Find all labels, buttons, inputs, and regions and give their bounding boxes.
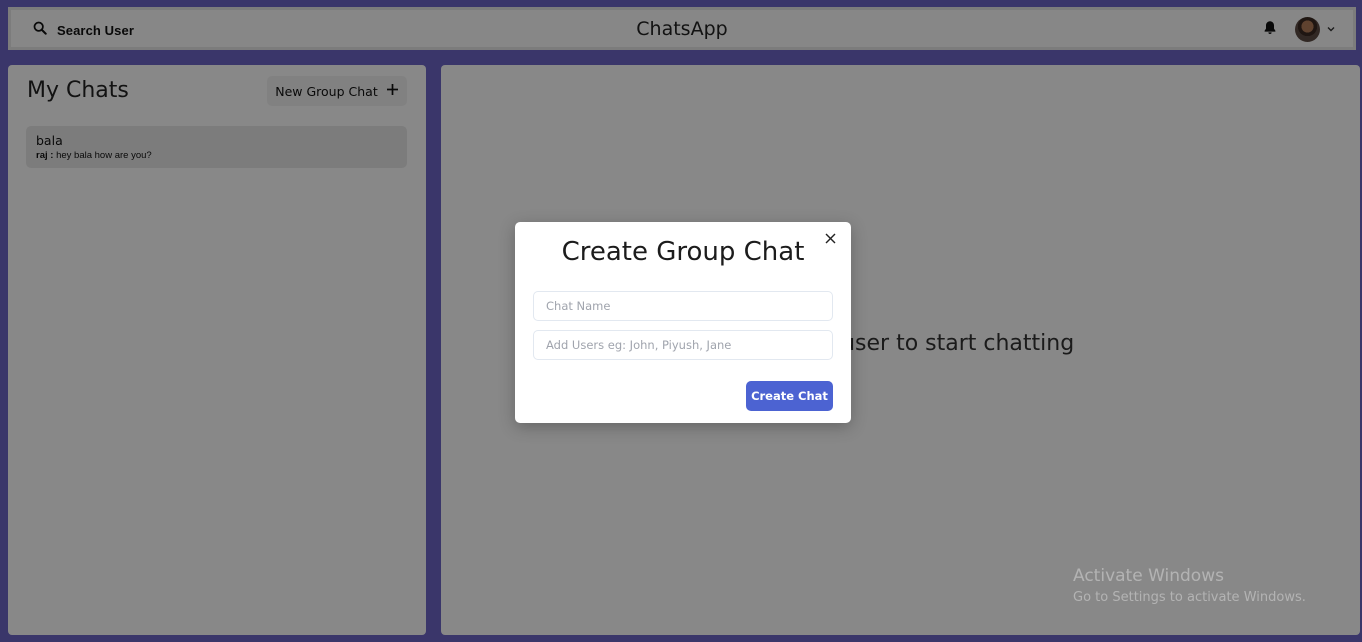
close-icon	[825, 231, 836, 249]
modal-title: Create Group Chat	[561, 237, 805, 267]
create-chat-button[interactable]: Create Chat	[746, 381, 833, 411]
watermark-subtitle: Go to Settings to activate Windows.	[1073, 590, 1306, 605]
chat-name-input[interactable]	[533, 291, 833, 321]
activate-windows-watermark: Activate Windows Go to Settings to activ…	[1073, 566, 1306, 605]
add-users-input[interactable]	[533, 330, 833, 360]
app-root: Search User ChatsApp My Chats New Group …	[0, 0, 1362, 642]
modal-close-button[interactable]	[822, 232, 838, 248]
create-group-chat-modal: Create Group Chat Create Chat	[515, 222, 851, 423]
watermark-title: Activate Windows	[1073, 566, 1224, 586]
